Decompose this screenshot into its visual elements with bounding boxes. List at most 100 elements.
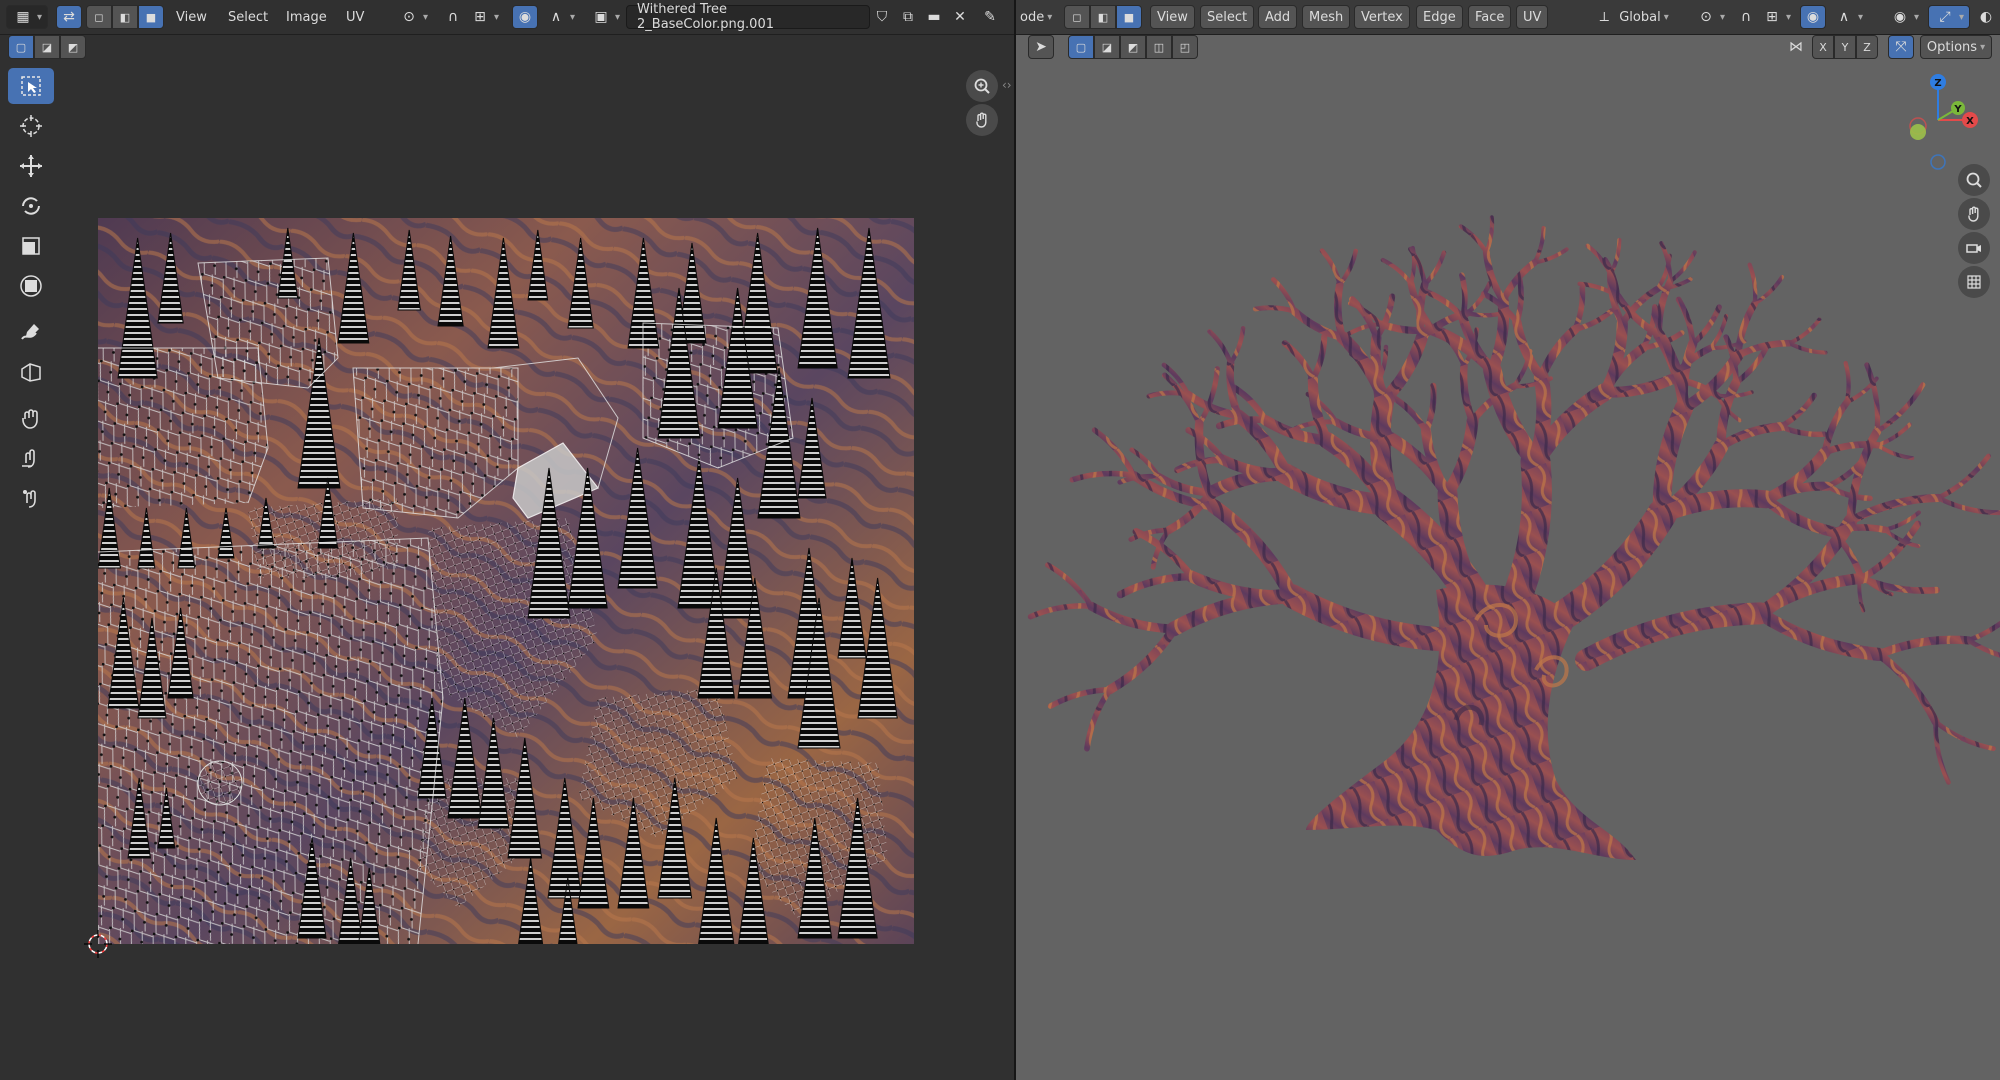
uv-texture-canvas[interactable] (98, 218, 914, 944)
image-name-field[interactable]: Withered Tree 2_BaseColor.png.001 (626, 2, 870, 32)
edge-select-button[interactable]: ◧ (112, 5, 138, 29)
cursor-tool[interactable] (8, 108, 54, 144)
gizmo-dropdown[interactable]: ⤢ (1928, 5, 1970, 29)
menu-mesh[interactable]: Mesh (1302, 5, 1351, 29)
tree-branch (1747, 262, 1758, 306)
menu-view[interactable]: View (1150, 5, 1195, 29)
visibility-dropdown[interactable]: ◉ (1884, 5, 1924, 29)
orientation-label: Global (1619, 9, 1661, 25)
auto-merge-toggle[interactable]: ⤧ (1888, 35, 1914, 59)
sidebar-toggle-arrow[interactable]: ‹› (1002, 78, 1012, 92)
menu-select[interactable]: Select (222, 5, 274, 29)
tree-branch (1874, 382, 1926, 434)
move-tool[interactable] (8, 148, 54, 184)
options-dropdown[interactable]: Options (1920, 35, 1992, 59)
tree-branch (1675, 296, 1696, 347)
tree-branch (1196, 366, 1220, 427)
menu-uv[interactable]: UV (1516, 5, 1549, 29)
tree-branch (1458, 224, 1489, 255)
axis-y-button[interactable]: Y (1834, 35, 1856, 59)
mirror-icon: ⋈ (1789, 39, 1803, 55)
mirror-toggle[interactable]: ⋈ (1784, 35, 1808, 59)
menu-view[interactable]: View (170, 5, 213, 29)
vertex-select-button[interactable]: ◻ (86, 5, 112, 29)
mesh-select-mode-group: ◻ ◧ ■ (1064, 5, 1142, 29)
scale-tool[interactable] (8, 228, 54, 264)
proportional-edit-toggle[interactable]: ◉ (1800, 5, 1826, 29)
tree-branch (1084, 686, 1113, 752)
2d-cursor-icon[interactable] (82, 928, 114, 960)
falloff-dropdown[interactable]: ∧ (1828, 5, 1868, 29)
mode-dropdown[interactable]: ode (1016, 5, 1056, 29)
unlink-image-button[interactable]: ✕ (948, 5, 972, 29)
rotate-tool[interactable] (8, 188, 54, 224)
pan-nav-button[interactable] (966, 104, 998, 136)
grab-tool[interactable] (8, 400, 54, 436)
falloff-icon: ∧ (1838, 9, 1850, 25)
menu-image[interactable]: Image (280, 5, 333, 29)
pinch-tool[interactable] (8, 480, 54, 516)
editor-type-button[interactable]: ▦ (6, 5, 48, 29)
face-mode-button[interactable]: ■ (1116, 5, 1142, 29)
folder-icon: ▬ (927, 9, 941, 25)
transform-tool[interactable] (8, 268, 54, 304)
menu-add[interactable]: Add (1258, 5, 1298, 29)
select-invert-button[interactable]: ◫ (1146, 35, 1172, 59)
duplicate-icon: ⧉ (903, 9, 913, 25)
overlay-toggle[interactable]: ◐ (1974, 5, 1998, 29)
select-subtract-button[interactable]: ◩ (60, 35, 86, 59)
rip-tool[interactable] (8, 354, 54, 390)
tree-branch (1281, 340, 1317, 383)
pivot-dropdown[interactable]: ⊙ (1692, 5, 1728, 29)
select-subtract-button[interactable]: ◩ (1120, 35, 1146, 59)
relax-tool[interactable] (8, 440, 54, 476)
menu-edge[interactable]: Edge (1416, 5, 1463, 29)
image-browse-dropdown[interactable]: ▣ (588, 5, 622, 29)
snap-grid-icon: ⊞ (474, 9, 486, 25)
tree-branch (1753, 606, 1886, 662)
tree-branch (1424, 289, 1466, 321)
vertex-mode-button[interactable]: ◻ (1064, 5, 1090, 29)
tree-branch (1787, 317, 1822, 346)
duplicate-image-button[interactable]: ⧉ (896, 5, 920, 29)
select-new-button[interactable]: ▢ (1068, 35, 1094, 59)
snap-dropdown[interactable]: ⊞ (466, 5, 502, 29)
tree-branch (1376, 320, 1436, 335)
select-extend-button[interactable]: ◪ (1094, 35, 1120, 59)
transform-orientation-dropdown[interactable]: ⟂ Global (1576, 5, 1686, 29)
tree-model[interactable] (1016, 60, 2000, 1080)
zoom-nav-button[interactable] (966, 70, 998, 102)
edge-mode-button[interactable]: ◧ (1090, 5, 1116, 29)
sync-selection-button[interactable]: ⇄ (56, 5, 82, 29)
pivot-dropdown[interactable]: ⊙ (396, 5, 430, 29)
axis-z-button[interactable]: Z (1856, 35, 1878, 59)
snap-toggle[interactable]: ∩ (1734, 5, 1758, 29)
menu-face[interactable]: Face (1468, 5, 1512, 29)
annotate-tool[interactable] (8, 314, 54, 350)
tree-branch (1423, 382, 1437, 435)
fake-user-button[interactable]: ⛉ (870, 5, 894, 29)
select-new-button[interactable]: ▢ (8, 35, 34, 59)
menu-vertex[interactable]: Vertex (1354, 5, 1410, 29)
axis-x-button[interactable]: X (1812, 35, 1834, 59)
tree-branch (1045, 562, 1094, 609)
annotate-icon (21, 324, 39, 340)
select-intersect-button[interactable]: ◰ (1172, 35, 1198, 59)
tree-branch (1377, 331, 1429, 407)
select-mode-set: ▢ ◪ ◩ (8, 35, 86, 59)
menu-select[interactable]: Select (1200, 5, 1255, 29)
snap-toggle[interactable]: ∩ (440, 5, 466, 29)
face-select-button[interactable]: ■ (138, 5, 164, 29)
falloff-dropdown[interactable]: ∧ (542, 5, 578, 29)
select-box-icon (21, 76, 41, 96)
snap-dropdown[interactable]: ⊞ (1758, 5, 1794, 29)
open-image-button[interactable]: ▬ (922, 5, 946, 29)
proportional-edit-toggle[interactable]: ◉ (512, 5, 538, 29)
select-extend-button[interactable]: ◪ (34, 35, 60, 59)
tree-branch (1864, 362, 1881, 434)
tool-settings-toggle[interactable]: ➤ (1028, 35, 1054, 59)
pin-button[interactable]: ✎ (978, 5, 1002, 29)
select-box-tool[interactable] (8, 68, 54, 104)
uv-select-mode-group: ◻ ◧ ■ (86, 5, 164, 29)
menu-uv[interactable]: UV (340, 5, 370, 29)
